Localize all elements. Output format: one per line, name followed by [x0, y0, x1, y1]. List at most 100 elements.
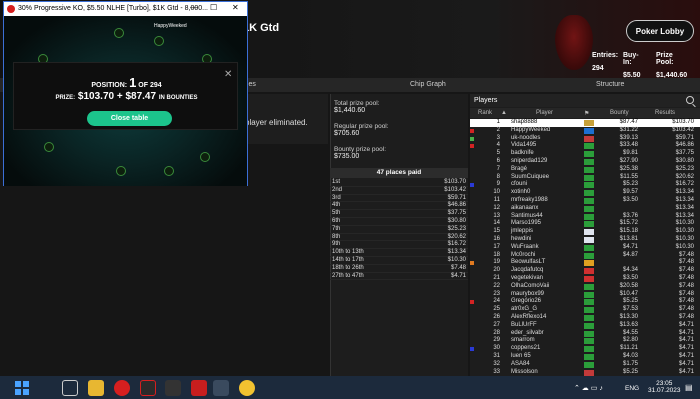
payout-place: 8th — [332, 233, 341, 240]
player-bounty: $13.63 — [619, 321, 638, 328]
task-view-icon[interactable] — [62, 380, 78, 396]
player-row[interactable]: 27 BuLlUrFF $13.63 $4.71 — [470, 322, 700, 330]
player-result: $10.30 — [675, 235, 694, 242]
player-result: $103.70 — [672, 119, 694, 125]
window-titlebar[interactable]: 30% Progressive KO, $5.50 NLHE [Turbo], … — [4, 2, 247, 16]
player-row[interactable]: 26 AlexRflexo14 $13.30 $7.48 — [470, 314, 700, 322]
status-marker-icon — [470, 300, 474, 305]
player-row[interactable]: 3 uk-noodles $39.13 $59.71 — [470, 135, 700, 143]
player-row[interactable]: 6 sniperdad129 $27.90 $30.80 — [470, 158, 700, 166]
player-row[interactable]: 1 shap8888 $87.47 $103.70 — [470, 119, 700, 127]
payout-place: 6th — [332, 217, 341, 224]
player-row[interactable]: 4 Vida1495 $33.48 $46.86 — [470, 142, 700, 150]
windows-start-icon[interactable] — [15, 381, 29, 395]
player-result: $7.48 — [678, 274, 694, 281]
player-row[interactable]: 24 Gregório26 $5.25 $7.48 — [470, 298, 700, 306]
player-rank: 19 — [493, 259, 500, 266]
flag-column-icon[interactable]: ⚑ — [584, 110, 589, 117]
player-name: badknife — [511, 150, 534, 157]
minimize-icon[interactable]: — — [190, 3, 198, 12]
player-row[interactable]: 15 jmleppis $15.18 $10.30 — [470, 228, 700, 236]
player-row[interactable]: 31 luen 65 $4.03 $4.71 — [470, 353, 700, 361]
payout-amount: $16.72 — [447, 241, 466, 248]
close-table-button[interactable]: Close table — [87, 111, 172, 126]
player-row[interactable]: 9 cfouni $5.23 $16.72 — [470, 181, 700, 189]
player-row[interactable]: 30 coppens21 $11.21 $4.71 — [470, 345, 700, 353]
player-row[interactable]: 16 hewdini $13.81 $10.30 — [470, 236, 700, 244]
file-explorer-icon[interactable] — [88, 380, 104, 396]
player-row[interactable]: 23 maurybox99 $10.47 $7.48 — [470, 291, 700, 299]
player-row[interactable]: 25 atr0xG_G $7.53 $7.48 — [470, 306, 700, 314]
player-row[interactable]: 10 xotinh0 $9.57 $13.34 — [470, 189, 700, 197]
tab-structure[interactable]: Structure — [596, 81, 624, 88]
player-row[interactable]: 7 Bragé $25.38 $25.23 — [470, 166, 700, 174]
player-row[interactable]: 32 ASA84 $1.75 $4.71 — [470, 361, 700, 369]
bounty-prize-value: $735.00 — [334, 153, 360, 160]
player-result: $7.48 — [678, 306, 694, 313]
app-icon[interactable] — [165, 380, 181, 396]
status-marker-icon — [470, 136, 474, 141]
player-row[interactable]: 13 Santimus44 $3.76 $13.34 — [470, 213, 700, 221]
seat-marker — [200, 152, 210, 162]
sort-up-icon[interactable]: ▲ — [501, 110, 507, 116]
player-result: $16.72 — [675, 181, 694, 188]
col-bounty[interactable]: Bounty — [610, 110, 629, 116]
col-player[interactable]: Player — [536, 110, 553, 116]
player-name: coppens21 — [511, 345, 541, 352]
player-rank: 10 — [493, 189, 500, 196]
col-results[interactable]: Results — [655, 110, 675, 116]
player-row[interactable]: 12 aikanaanx $13.34 — [470, 205, 700, 213]
player-bounty: $3.50 — [622, 274, 638, 281]
player-bounty: $9.57 — [622, 189, 638, 196]
player-row[interactable]: 11 mrfreaky1988 $3.50 $13.34 — [470, 197, 700, 205]
players-header: Players — [470, 94, 700, 107]
country-flag-icon — [584, 314, 594, 321]
player-rank: 7 — [496, 165, 500, 172]
maximize-icon[interactable]: ☐ — [210, 3, 217, 12]
seat-marker — [44, 142, 54, 152]
pokerstars-table-icon[interactable] — [213, 380, 229, 396]
player-row[interactable]: 22 OlhaComoVaii $20.58 $7.48 — [470, 283, 700, 291]
pokerstars-icon[interactable] — [191, 380, 207, 396]
col-rank[interactable]: Rank — [478, 110, 492, 116]
tab-chip-graph[interactable]: Chip Graph — [410, 81, 446, 88]
clock[interactable]: 23:05 31.07.2023 — [648, 380, 681, 394]
player-name: maurybox99 — [511, 290, 545, 297]
player-row[interactable]: 19 BeowulfasLT $7.48 — [470, 259, 700, 267]
country-flag-icon — [584, 244, 594, 251]
player-row[interactable]: 28 eder_silvabr $4.55 $4.71 — [470, 330, 700, 338]
player-row[interactable]: 14 Marso1995 $15.72 $10.30 — [470, 220, 700, 228]
chrome-icon[interactable] — [239, 380, 255, 396]
player-name: xotinh0 — [511, 189, 531, 196]
player-result: $4.71 — [678, 352, 694, 359]
app-icon[interactable] — [140, 380, 156, 396]
player-row[interactable]: 5 badknife $9.81 $37.75 — [470, 150, 700, 158]
player-bounty: $4.87 — [622, 251, 638, 258]
player-row[interactable]: 2 HappyWeeked $31.22 $103.42 — [470, 127, 700, 135]
opera-icon[interactable] — [114, 380, 130, 396]
search-icon[interactable] — [686, 96, 694, 104]
poker-lobby-button[interactable]: Poker Lobby — [626, 20, 694, 42]
status-marker-icon — [470, 128, 474, 133]
payout-amount: $46.86 — [447, 202, 466, 209]
payout-row: 3rd $59.71 — [330, 195, 468, 203]
player-row[interactable]: 18 Mc0rochi $4.87 $7.48 — [470, 252, 700, 260]
player-row[interactable]: 21 vegetekivan $3.50 $7.48 — [470, 275, 700, 283]
player-row[interactable]: 17 WuFraank $4.71 $10.30 — [470, 244, 700, 252]
country-flag-icon — [584, 151, 594, 158]
player-rank: 24 — [493, 298, 500, 305]
close-window-icon[interactable]: ✕ — [232, 3, 239, 12]
player-bounty: $1.75 — [622, 360, 638, 367]
language-indicator[interactable]: ENG — [625, 385, 639, 392]
player-result: $4.71 — [678, 345, 694, 352]
player-row[interactable]: 29 smarrom $2.80 $4.71 — [470, 337, 700, 345]
status-marker-icon — [470, 347, 474, 352]
notifications-icon[interactable]: ▤ — [685, 383, 693, 392]
tray-icons[interactable]: ⌃ ☁ ▭ ♪ — [574, 384, 603, 392]
player-row[interactable]: 20 Jacqdafutcq $4.34 $7.48 — [470, 267, 700, 275]
finish-prize: PRIZE: $103.70 + $87.47 IN BOUNTIES — [14, 91, 239, 102]
player-result: $20.62 — [675, 173, 694, 180]
player-row[interactable]: 8 SuumCuiquee $11.55 $20.62 — [470, 174, 700, 182]
payout-amount: $20.62 — [447, 233, 466, 240]
player-bounty: $31.22 — [619, 126, 638, 133]
